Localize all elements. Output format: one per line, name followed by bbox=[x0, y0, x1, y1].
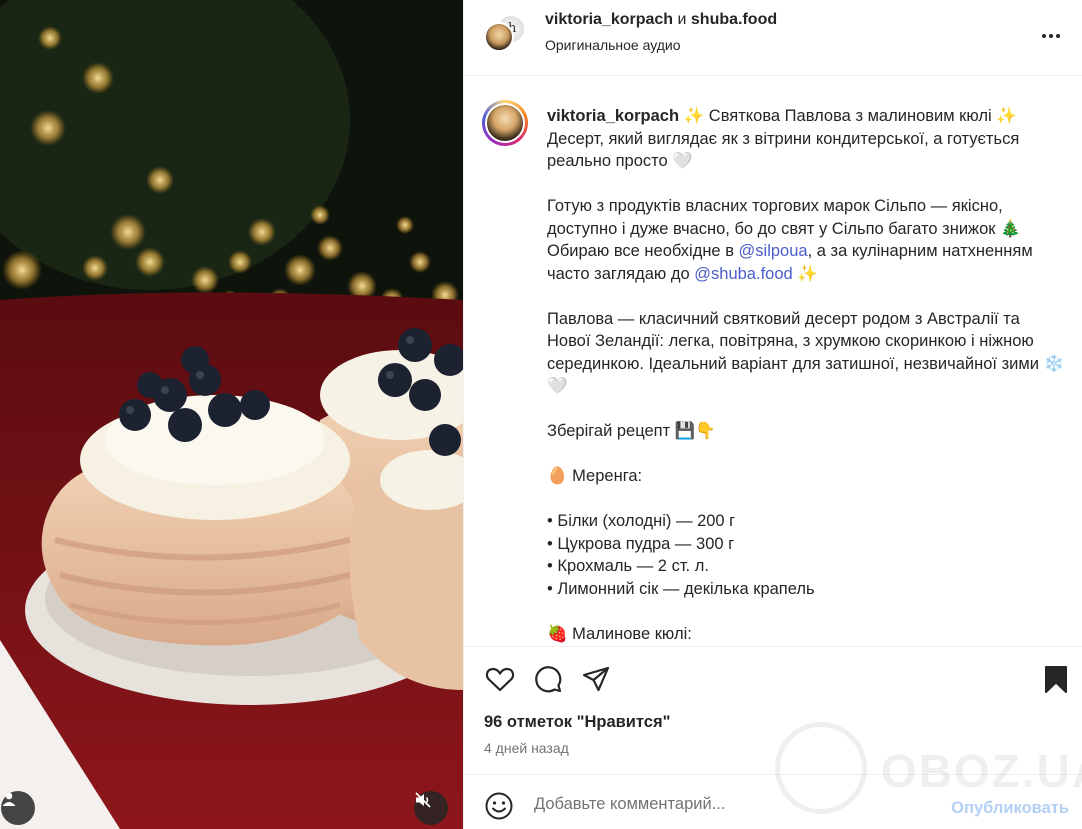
coulis-title: 🍓 Малинове кюлі: bbox=[547, 624, 692, 643]
user-icon bbox=[2, 792, 16, 806]
bookmark-icon[interactable] bbox=[1040, 663, 1072, 695]
muted-speaker-icon bbox=[415, 792, 431, 808]
meringue-title: 🥚 Меренга: bbox=[547, 467, 643, 485]
header-conjunction: и bbox=[677, 11, 687, 28]
post-header: h viktoria_korpach и shuba.food Оригинал… bbox=[464, 0, 1082, 76]
post-sidebar: h viktoria_korpach и shuba.food Оригинал… bbox=[463, 0, 1082, 829]
dessert-photo bbox=[0, 0, 463, 829]
caption-para2: Готую з продуктів власних торгових марок… bbox=[547, 197, 1033, 283]
post-date[interactable]: 4 дней назад bbox=[484, 740, 569, 756]
action-bar bbox=[464, 646, 1082, 710]
post-media[interactable] bbox=[0, 0, 463, 829]
ingredient-item: • Крохмаль — 2 ст. л. bbox=[547, 557, 709, 575]
ingredient-item: • Білки (холодні) — 200 г bbox=[547, 512, 736, 530]
comment-icon[interactable] bbox=[532, 663, 564, 695]
caption-intro: Десерт, який виглядає як з вітрини конди… bbox=[547, 129, 1020, 171]
emoji-icon[interactable] bbox=[484, 791, 514, 821]
collab-avatars[interactable]: h bbox=[482, 14, 526, 54]
caption-title: ✨ Святкова Павлова з малиновим кюлі ✨ bbox=[679, 107, 1017, 125]
caption-para3: Павлова — класичний святковий десерт род… bbox=[547, 309, 1065, 396]
caption-save: Зберігай рецепт 💾👇 bbox=[547, 422, 716, 440]
mention-shuba-food[interactable]: @shuba.food bbox=[694, 265, 792, 283]
avatar-viktoria[interactable] bbox=[484, 22, 514, 52]
send-icon[interactable] bbox=[580, 663, 612, 695]
watermark-logo bbox=[775, 722, 867, 814]
heart-icon[interactable] bbox=[484, 663, 516, 695]
like-count[interactable]: 96 отметок "Нравится" bbox=[484, 713, 670, 732]
caption-username[interactable]: viktoria_korpach bbox=[547, 107, 679, 125]
header-user2[interactable]: shuba.food bbox=[691, 11, 777, 28]
header-user1[interactable]: viktoria_korpach bbox=[545, 11, 673, 28]
ingredient-item: • Лимонний сік — декілька крапель bbox=[547, 579, 815, 598]
header-usernames: viktoria_korpach и shuba.food bbox=[545, 11, 777, 29]
caption-avatar[interactable] bbox=[482, 100, 528, 146]
mention-silpoua[interactable]: @silpoua bbox=[739, 242, 808, 260]
watermark-text: OBOZ.UA bbox=[881, 745, 1082, 797]
more-options-button[interactable] bbox=[1039, 24, 1063, 48]
watermark: OBOZ.UA bbox=[775, 718, 1082, 818]
caption-area[interactable]: viktoria_korpach ✨ Святкова Павлова з ма… bbox=[464, 76, 1082, 646]
tagged-users-button[interactable] bbox=[1, 791, 35, 825]
more-icon bbox=[1041, 34, 1062, 38]
ingredient-item: • Цукрова пудра — 300 г bbox=[547, 534, 735, 553]
caption-text: viktoria_korpach ✨ Святкова Павлова з ма… bbox=[547, 105, 1067, 645]
audio-label[interactable]: Оригинальное аудио bbox=[545, 37, 681, 53]
mute-button[interactable] bbox=[414, 791, 448, 825]
